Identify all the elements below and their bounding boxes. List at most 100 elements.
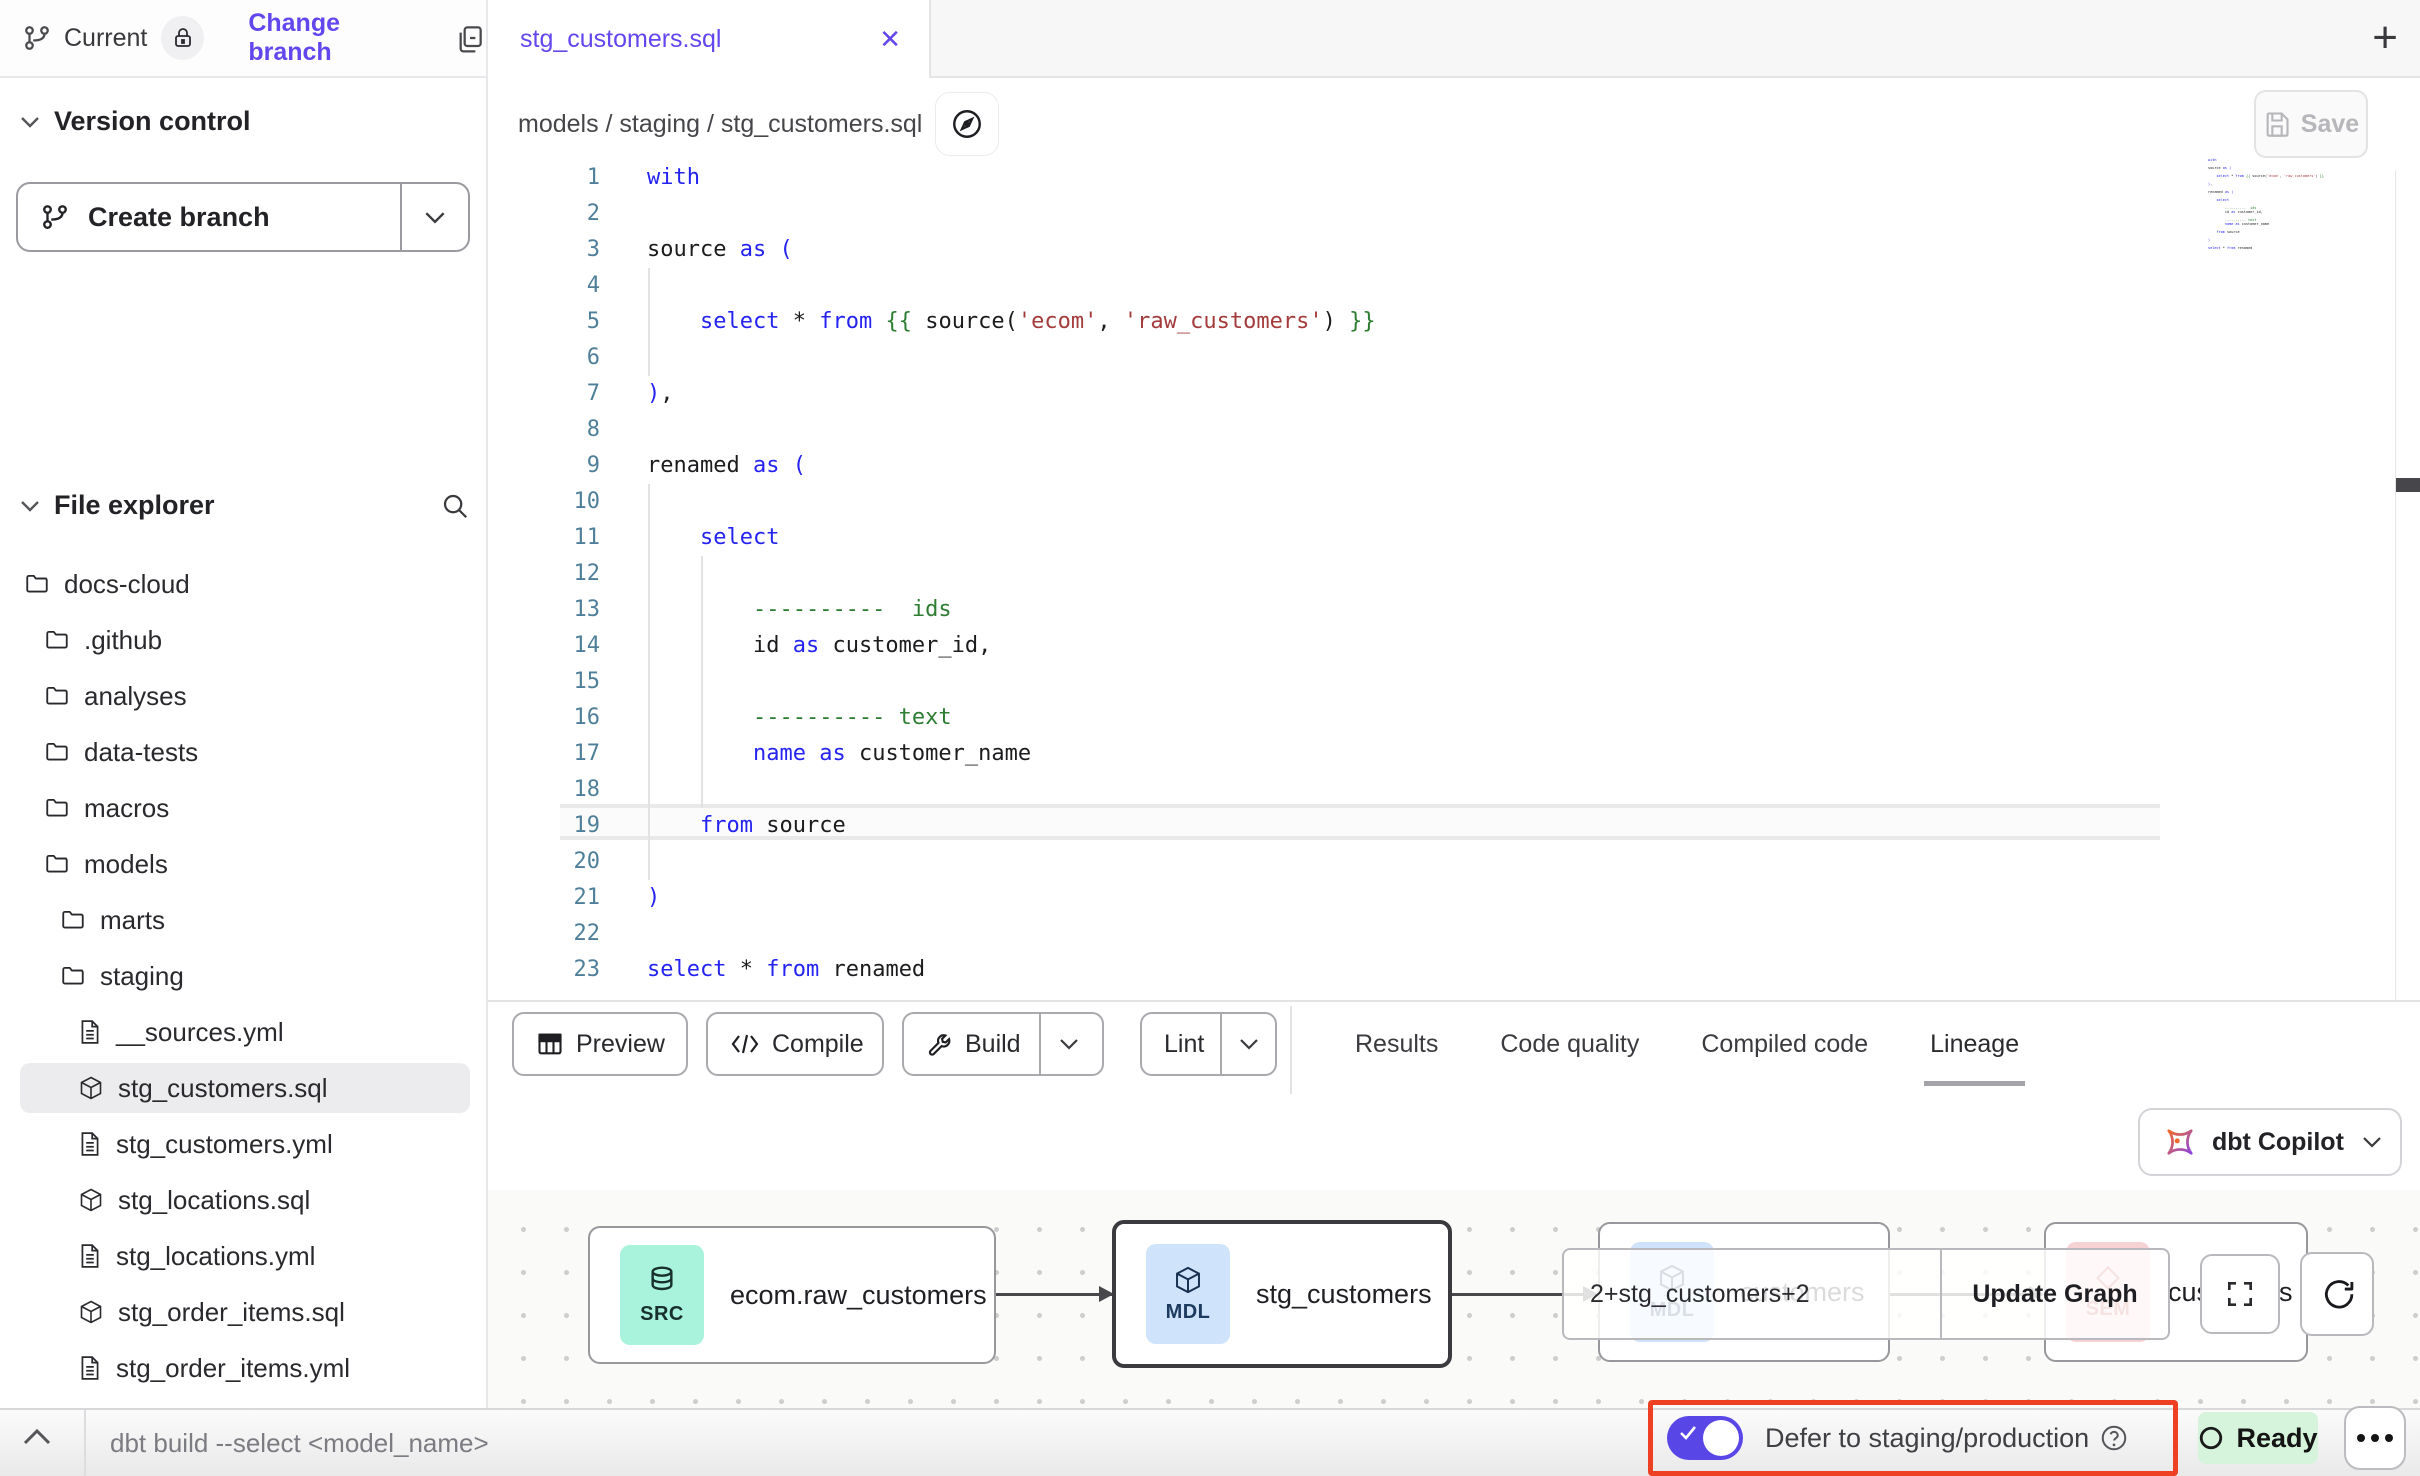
collapse-panel-button[interactable] (22, 1428, 52, 1446)
file-name: __sources.yml (116, 1017, 284, 1048)
code-line: 3source as ( (520, 232, 793, 268)
file-tree-item[interactable]: stg_locations.yml (0, 1228, 486, 1284)
fullscreen-button[interactable] (2200, 1254, 2280, 1334)
line-number: 5 (520, 304, 600, 340)
close-tab-icon[interactable]: ✕ (879, 24, 901, 55)
build-button[interactable]: Build (902, 1012, 1104, 1076)
tab-compiled-code[interactable]: Compiled code (1701, 1030, 1868, 1059)
save-button[interactable]: Save (2254, 90, 2368, 158)
defer-toggle[interactable] (1667, 1416, 1743, 1460)
line-number: 15 (520, 664, 600, 700)
change-branch-link[interactable]: Change branch (248, 9, 426, 67)
new-tab-button[interactable]: + (2372, 14, 2398, 62)
tab-code-quality[interactable]: Code quality (1500, 1030, 1639, 1059)
file-name: stg_locations.yml (116, 1241, 315, 1272)
search-icon[interactable] (440, 491, 470, 521)
statusbar-divider (84, 1410, 86, 1476)
preview-button[interactable]: Preview (512, 1012, 688, 1076)
file-name: marts (100, 905, 165, 936)
chevron-down-icon (1059, 1038, 1079, 1050)
create-branch-main[interactable]: Create branch (18, 184, 400, 250)
build-dropdown[interactable] (1039, 1014, 1097, 1074)
ready-circle-icon (2198, 1425, 2224, 1451)
preview-label: Preview (576, 1030, 665, 1059)
lineage-graph[interactable]: SRC ecom.raw_customers MDL stg_customers… (488, 1190, 2420, 1408)
file-name: models (84, 849, 168, 880)
file-tree-item[interactable]: macros (0, 780, 486, 836)
status-badge[interactable]: Ready (2198, 1412, 2318, 1464)
file-tree-item[interactable]: models (0, 836, 486, 892)
file-icon (78, 1131, 102, 1157)
lint-dropdown[interactable] (1220, 1014, 1275, 1074)
help-icon[interactable] (2099, 1423, 2129, 1453)
preview-grid-icon (536, 1030, 564, 1058)
copy-icon[interactable] (454, 22, 486, 54)
code-line: 15 (520, 664, 647, 700)
code-line: 2 (520, 196, 647, 232)
defer-annotation-box: Defer to staging/production (1648, 1400, 2178, 1476)
copilot-label: dbt Copilot (2212, 1128, 2344, 1157)
file-tree-item[interactable]: stg_locations.sql (0, 1172, 486, 1228)
file-explorer-header[interactable]: File explorer (20, 490, 470, 521)
source-badge: SRC (620, 1245, 704, 1345)
version-control-title: Version control (54, 106, 251, 137)
line-number: 8 (520, 412, 600, 448)
file-tree-item[interactable]: .github (0, 612, 486, 668)
file-tree-item[interactable]: docs-cloud (0, 556, 486, 612)
scrollbar-thumb[interactable] (2396, 478, 2420, 492)
command-input[interactable]: dbt build --select <model_name> (110, 1410, 489, 1476)
folder-icon (60, 907, 86, 933)
file-tree-item[interactable]: stg_customers.yml (0, 1116, 486, 1172)
folder-icon (44, 627, 70, 653)
tab-lineage[interactable]: Lineage (1930, 1030, 2019, 1059)
file-name: analyses (84, 681, 187, 712)
wrench-icon (926, 1031, 953, 1058)
file-tree-item[interactable]: marts (0, 892, 486, 948)
file-tree-item[interactable]: __sources.yml (0, 1004, 486, 1060)
file-tree-item[interactable]: analyses (0, 668, 486, 724)
file-tree-item[interactable]: stg_order_items.sql (0, 1284, 486, 1340)
dot (2357, 1434, 2365, 1442)
code-editor[interactable]: 1with23source as (45 select * from {{ so… (488, 170, 2420, 1000)
folder-icon (44, 683, 70, 709)
chevron-down-icon (2362, 1136, 2382, 1148)
compile-button[interactable]: Compile (706, 1012, 884, 1076)
line-number: 3 (520, 232, 600, 268)
file-tree-item[interactable]: stg_order_items.yml (0, 1340, 486, 1396)
lineage-node-source[interactable]: SRC ecom.raw_customers (588, 1226, 996, 1364)
refresh-button[interactable] (2300, 1252, 2374, 1336)
editor-right-separator (2395, 170, 2396, 1000)
tab-results[interactable]: Results (1355, 1030, 1438, 1059)
current-branch-label: Current (64, 24, 147, 53)
docs-compass-button[interactable] (936, 93, 998, 155)
create-branch-dropdown[interactable] (400, 184, 468, 250)
tab-stg-customers[interactable]: stg_customers.sql ✕ (488, 0, 931, 78)
more-options-button[interactable] (2344, 1406, 2406, 1470)
code-line: 1with (520, 160, 700, 196)
line-number: 13 (520, 592, 600, 628)
toolbar-tabs-divider (1290, 1006, 1292, 1094)
check-icon (1679, 1425, 1697, 1440)
cube-icon (1173, 1265, 1203, 1295)
folder-open-icon (24, 571, 50, 597)
create-branch-button[interactable]: Create branch (16, 182, 470, 252)
lint-button[interactable]: Lint (1140, 1012, 1277, 1076)
update-graph-button[interactable]: Update Graph (1940, 1250, 2168, 1338)
dbt-copilot-button[interactable]: dbt Copilot (2138, 1108, 2402, 1176)
file-tree-item[interactable]: data-tests (0, 724, 486, 780)
ready-label: Ready (2236, 1423, 2317, 1454)
version-control-header[interactable]: Version control (20, 106, 251, 137)
lineage-node-stg-customers[interactable]: MDL stg_customers (1112, 1220, 1452, 1368)
lineage-selector-input[interactable]: 2+stg_customers+2 (1564, 1280, 1940, 1309)
file-icon (78, 1019, 102, 1045)
editor-minimap[interactable]: withsource as ( select * from {{ source(… (2208, 158, 2388, 250)
file-name: stg_order_items.sql (118, 1297, 345, 1328)
code-line: 12 (520, 556, 647, 592)
save-icon (2263, 110, 2291, 138)
file-tree-item[interactable]: staging (0, 948, 486, 1004)
file-tree-item[interactable]: stg_customers.sql (0, 1060, 486, 1116)
line-number: 7 (520, 376, 600, 412)
copilot-sparkle-icon (2162, 1124, 2198, 1160)
line-number: 14 (520, 628, 600, 664)
code-line: 10 (520, 484, 647, 520)
